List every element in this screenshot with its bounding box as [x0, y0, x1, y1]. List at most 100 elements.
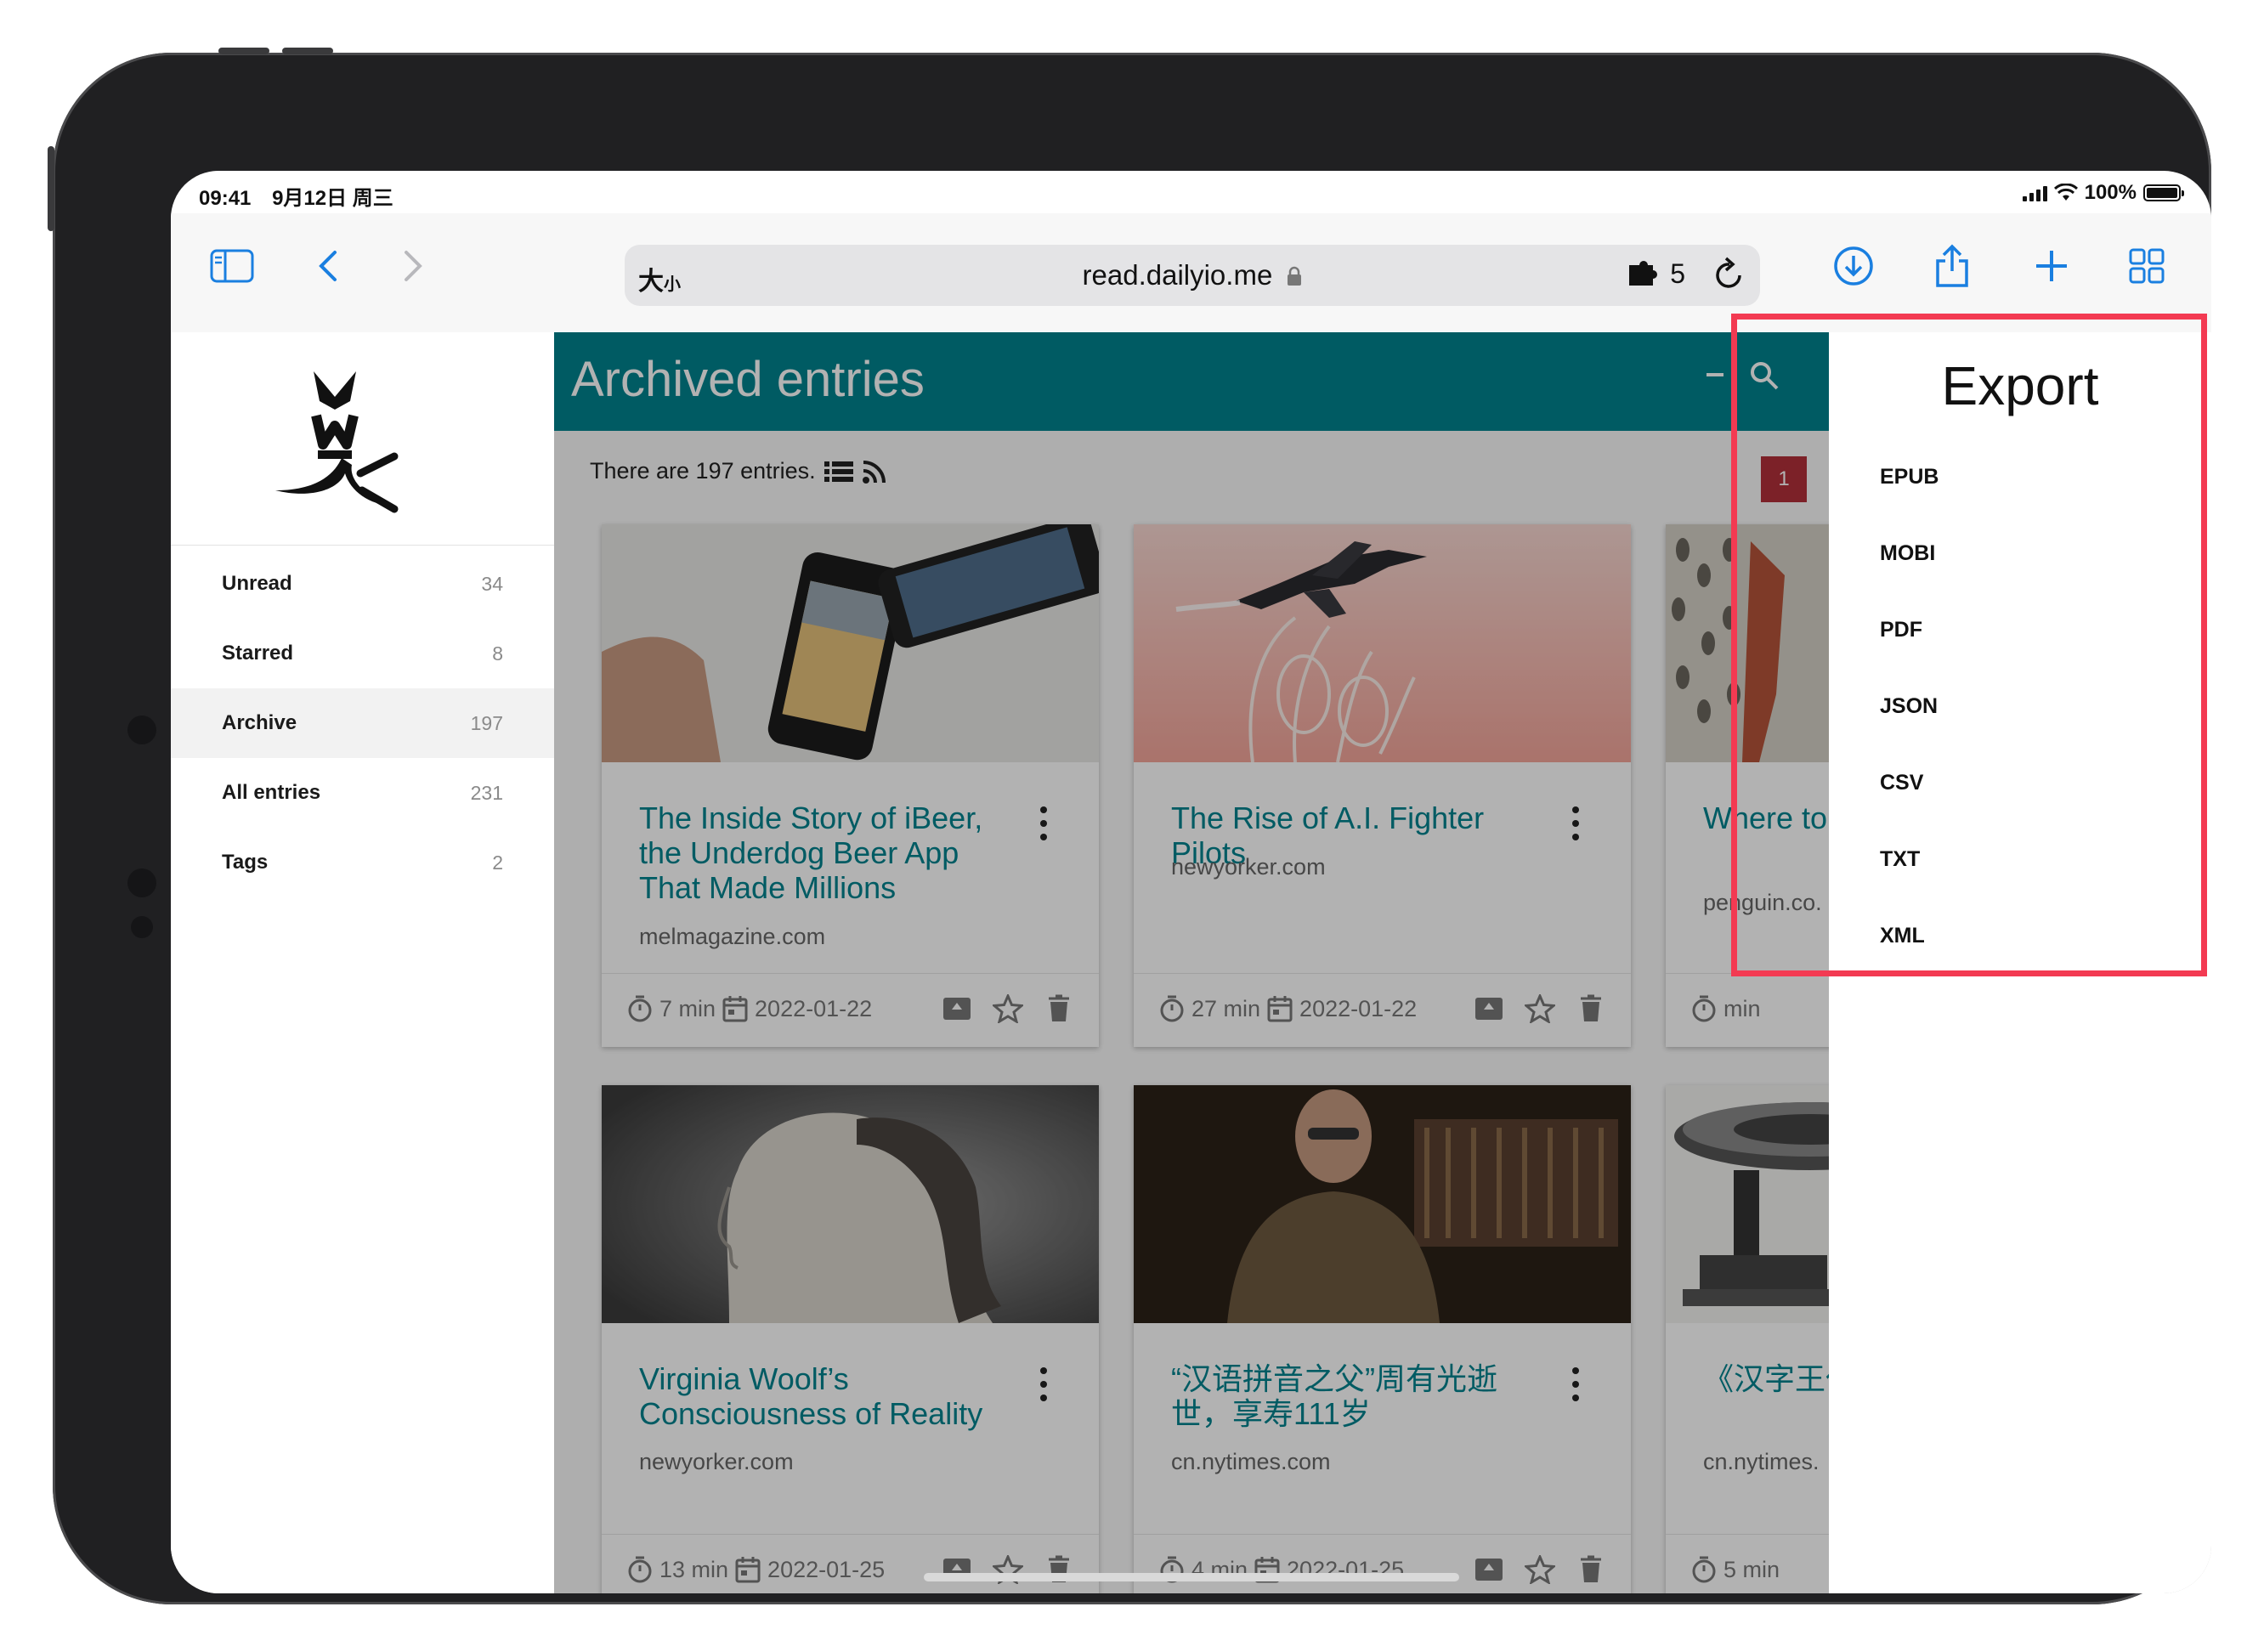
reload-button[interactable]: [1712, 257, 1746, 297]
entry-title[interactable]: The Inside Story of iBeer, the Underdog …: [639, 801, 1013, 905]
sidebar-icon: [210, 249, 254, 283]
star-icon[interactable]: [1524, 1553, 1556, 1586]
timer-icon: [1692, 1556, 1716, 1583]
delete-icon[interactable]: [1575, 993, 1607, 1025]
entry-meta: 7 min 2022-01-22: [627, 994, 872, 1023]
export-xml[interactable]: XML: [1880, 924, 1925, 948]
entry-card: “汉语拼音之父”周有光逝世，享寿111岁 cn.nytimes.com 4 mi…: [1134, 1085, 1631, 1593]
volume-button: [282, 48, 333, 54]
entry-thumbnail[interactable]: [602, 524, 1099, 762]
entry-date: 2022-01-25: [767, 1556, 886, 1582]
export-mobi[interactable]: MOBI: [1880, 541, 1935, 566]
sidebar-item-count: 197: [470, 711, 503, 734]
archive-icon[interactable]: [941, 993, 973, 1025]
entries-count-text: There are 197 entries.: [590, 458, 816, 484]
entries-summary: There are 197 entries.: [590, 458, 887, 484]
address-bar[interactable]: 大小 read.dailyio.me 5: [625, 245, 1760, 306]
entry-thumbnail[interactable]: [602, 1085, 1099, 1323]
status-bar: 09:41 9月12日 周三 100%: [171, 171, 2211, 213]
entry-title[interactable]: Virginia Woolf’s Consciousness of Realit…: [639, 1361, 1013, 1431]
url-field[interactable]: read.dailyio.me: [625, 259, 1760, 291]
add-icon[interactable]: [1706, 373, 1723, 376]
entry-domain[interactable]: cn.nytimes.: [1703, 1449, 1820, 1475]
delete-icon[interactable]: [1043, 993, 1075, 1025]
export-epub[interactable]: EPUB: [1880, 465, 1939, 489]
share-button[interactable]: [1928, 242, 1976, 290]
new-tab-button[interactable]: [2028, 242, 2075, 290]
more-options-icon[interactable]: [1035, 806, 1052, 840]
timer-icon: [1160, 995, 1184, 1022]
entry-meta: 27 min 2022-01-22: [1159, 994, 1417, 1023]
sidebar-item-count: 34: [481, 572, 503, 595]
search-icon[interactable]: [1748, 359, 1782, 393]
reading-time: 13 min: [659, 1556, 729, 1582]
sidebar-toggle-button[interactable]: [208, 242, 256, 290]
star-icon[interactable]: [992, 993, 1024, 1025]
delete-icon[interactable]: [1575, 1553, 1607, 1586]
more-options-icon[interactable]: [1567, 1367, 1584, 1401]
entry-thumbnail[interactable]: [1134, 1085, 1631, 1323]
back-button[interactable]: [303, 242, 351, 290]
sidebar-item-all-entries[interactable]: All entries 231: [171, 758, 554, 828]
entry-domain[interactable]: cn.nytimes.com: [1171, 1449, 1331, 1475]
sidebar-item-starred[interactable]: Starred 8: [171, 619, 554, 688]
sidebar-item-count: 8: [492, 642, 503, 665]
more-options-icon[interactable]: [1035, 1367, 1052, 1401]
chevron-right-icon: [405, 251, 422, 281]
export-txt[interactable]: TXT: [1880, 847, 1920, 872]
sidebar-item-label: Archive: [222, 711, 297, 734]
more-options-icon[interactable]: [1567, 806, 1584, 840]
archive-icon[interactable]: [1473, 993, 1505, 1025]
export-csv[interactable]: CSV: [1880, 771, 1923, 795]
battery-icon: [2143, 184, 2184, 201]
reading-time: min: [1723, 995, 1761, 1021]
sidebar-item-count: 231: [470, 781, 503, 804]
battery-percent: 100%: [2084, 181, 2137, 204]
entry-domain[interactable]: newyorker.com: [1171, 854, 1326, 880]
calendar-icon: [735, 1557, 761, 1583]
entry-card: Virginia Woolf’s Consciousness of Realit…: [602, 1085, 1099, 1593]
entry-domain[interactable]: newyorker.com: [639, 1449, 794, 1475]
list-view-icon[interactable]: [824, 460, 853, 484]
star-icon[interactable]: [1524, 993, 1556, 1025]
sidebar-item-unread[interactable]: Unread 34: [171, 549, 554, 619]
wallabag-logo[interactable]: [267, 363, 403, 516]
sidebar: Unread 34 Starred 8 Archive 197 All entr…: [171, 332, 555, 1593]
ipad-frame: 09:41 9月12日 周三 100% 大小 read.dailyio.me 5…: [48, 48, 2211, 1604]
entry-domain[interactable]: melmagazine.com: [639, 924, 825, 950]
grid-icon: [2129, 248, 2165, 284]
reading-time: 5 min: [1723, 1556, 1780, 1582]
entry-date: 2022-01-22: [755, 995, 873, 1021]
status-date: 9月12日 周三: [272, 187, 393, 210]
tab-overview-button[interactable]: [2123, 242, 2171, 290]
export-pdf[interactable]: PDF: [1880, 618, 1922, 642]
sidebar-item-tags[interactable]: Tags 2: [171, 828, 554, 897]
export-json[interactable]: JSON: [1880, 694, 1938, 719]
entry-meta: min: [1691, 994, 1761, 1023]
archive-icon[interactable]: [1473, 1553, 1505, 1586]
browser-toolbar: 大小 read.dailyio.me 5: [171, 213, 2211, 333]
forward-button[interactable]: [390, 242, 438, 290]
wifi-icon: [2053, 184, 2078, 201]
url-text: read.dailyio.me: [1082, 259, 1273, 291]
reading-time: 27 min: [1191, 995, 1261, 1021]
entry-domain[interactable]: penguin.co.: [1703, 890, 1822, 916]
entry-title[interactable]: “汉语拼音之父”周有光逝世，享寿111岁: [1171, 1361, 1545, 1431]
downloads-button[interactable]: [1830, 242, 1877, 290]
pagination-page[interactable]: 1: [1761, 456, 1807, 502]
status-indicators: 100%: [2022, 181, 2184, 205]
entry-thumbnail[interactable]: [1134, 524, 1631, 762]
divider: [171, 545, 554, 546]
entry-footer: 13 min 2022-01-25: [602, 1534, 1099, 1593]
reload-icon: [1716, 257, 1741, 288]
status-time-date: 09:41 9月12日 周三: [199, 181, 409, 211]
calendar-icon: [1267, 996, 1293, 1022]
sidebar-item-archive[interactable]: Archive 197: [171, 688, 554, 758]
sidebar-item-label: All entries: [222, 781, 321, 804]
extensions-button[interactable]: 5: [1627, 258, 1685, 290]
entry-actions: [1473, 1553, 1607, 1586]
entry-date: 2022-01-22: [1299, 995, 1418, 1021]
plus-icon: [2036, 251, 2067, 281]
sidebar-item-count: 2: [492, 851, 503, 874]
rss-icon[interactable]: [862, 459, 887, 484]
